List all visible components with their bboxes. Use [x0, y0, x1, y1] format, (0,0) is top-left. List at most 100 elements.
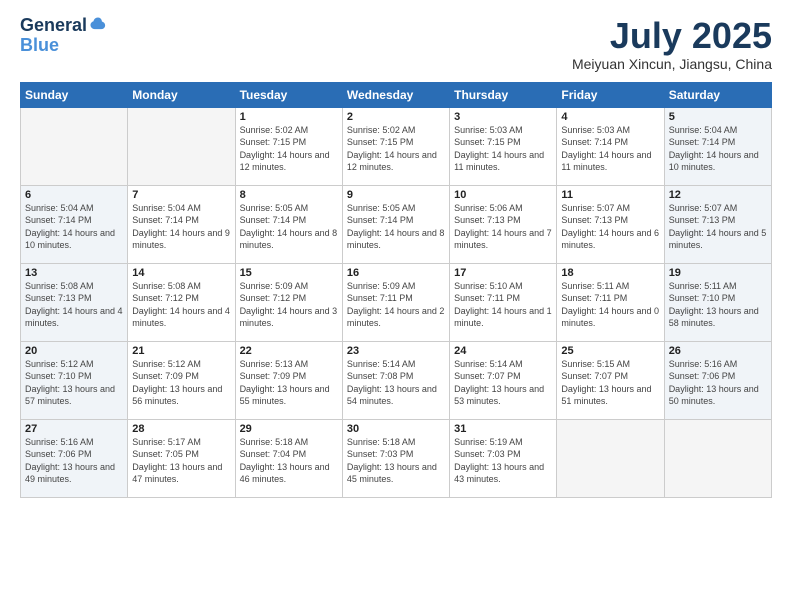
- logo-icon: [89, 16, 107, 34]
- calendar-cell: 27Sunrise: 5:16 AMSunset: 7:06 PMDayligh…: [21, 419, 128, 497]
- day-number: 4: [561, 111, 659, 123]
- day-info: Sunrise: 5:07 AMSunset: 7:13 PMDaylight:…: [669, 202, 767, 252]
- day-info: Sunrise: 5:03 AMSunset: 7:14 PMDaylight:…: [561, 124, 659, 174]
- calendar-cell: 25Sunrise: 5:15 AMSunset: 7:07 PMDayligh…: [557, 341, 664, 419]
- day-info: Sunrise: 5:13 AMSunset: 7:09 PMDaylight:…: [240, 358, 338, 408]
- day-info: Sunrise: 5:10 AMSunset: 7:11 PMDaylight:…: [454, 280, 552, 330]
- day-number: 10: [454, 189, 552, 201]
- month-title: July 2025: [572, 16, 772, 56]
- day-info: Sunrise: 5:09 AMSunset: 7:12 PMDaylight:…: [240, 280, 338, 330]
- day-info: Sunrise: 5:17 AMSunset: 7:05 PMDaylight:…: [132, 436, 230, 486]
- day-number: 12: [669, 189, 767, 201]
- calendar-cell: [557, 419, 664, 497]
- day-info: Sunrise: 5:14 AMSunset: 7:07 PMDaylight:…: [454, 358, 552, 408]
- calendar-cell: 31Sunrise: 5:19 AMSunset: 7:03 PMDayligh…: [450, 419, 557, 497]
- calendar-cell: 19Sunrise: 5:11 AMSunset: 7:10 PMDayligh…: [664, 263, 771, 341]
- logo-text-line2: Blue: [20, 35, 59, 55]
- day-number: 16: [347, 267, 445, 279]
- calendar-cell: 13Sunrise: 5:08 AMSunset: 7:13 PMDayligh…: [21, 263, 128, 341]
- day-info: Sunrise: 5:03 AMSunset: 7:15 PMDaylight:…: [454, 124, 552, 174]
- day-info: Sunrise: 5:12 AMSunset: 7:09 PMDaylight:…: [132, 358, 230, 408]
- day-number: 22: [240, 345, 338, 357]
- day-number: 8: [240, 189, 338, 201]
- day-number: 14: [132, 267, 230, 279]
- day-number: 28: [132, 423, 230, 435]
- weekday-header-friday: Friday: [557, 82, 664, 107]
- day-number: 23: [347, 345, 445, 357]
- calendar-cell: 1Sunrise: 5:02 AMSunset: 7:15 PMDaylight…: [235, 107, 342, 185]
- header: General Blue July 2025 Meiyuan Xincun, J…: [20, 16, 772, 72]
- calendar-cell: 11Sunrise: 5:07 AMSunset: 7:13 PMDayligh…: [557, 185, 664, 263]
- title-area: July 2025 Meiyuan Xincun, Jiangsu, China: [572, 16, 772, 72]
- day-number: 20: [25, 345, 123, 357]
- calendar-cell: 10Sunrise: 5:06 AMSunset: 7:13 PMDayligh…: [450, 185, 557, 263]
- day-number: 24: [454, 345, 552, 357]
- day-number: 15: [240, 267, 338, 279]
- calendar-cell: 20Sunrise: 5:12 AMSunset: 7:10 PMDayligh…: [21, 341, 128, 419]
- day-info: Sunrise: 5:15 AMSunset: 7:07 PMDaylight:…: [561, 358, 659, 408]
- weekday-header-row: SundayMondayTuesdayWednesdayThursdayFrid…: [21, 82, 772, 107]
- calendar-cell: 2Sunrise: 5:02 AMSunset: 7:15 PMDaylight…: [342, 107, 449, 185]
- day-info: Sunrise: 5:04 AMSunset: 7:14 PMDaylight:…: [669, 124, 767, 174]
- day-info: Sunrise: 5:08 AMSunset: 7:13 PMDaylight:…: [25, 280, 123, 330]
- day-number: 21: [132, 345, 230, 357]
- day-info: Sunrise: 5:04 AMSunset: 7:14 PMDaylight:…: [25, 202, 123, 252]
- weekday-header-sunday: Sunday: [21, 82, 128, 107]
- logo-text-line1: General: [20, 16, 87, 36]
- day-info: Sunrise: 5:07 AMSunset: 7:13 PMDaylight:…: [561, 202, 659, 252]
- weekday-header-wednesday: Wednesday: [342, 82, 449, 107]
- weekday-header-saturday: Saturday: [664, 82, 771, 107]
- week-row-2: 6Sunrise: 5:04 AMSunset: 7:14 PMDaylight…: [21, 185, 772, 263]
- calendar-cell: 23Sunrise: 5:14 AMSunset: 7:08 PMDayligh…: [342, 341, 449, 419]
- calendar-cell: [21, 107, 128, 185]
- week-row-1: 1Sunrise: 5:02 AMSunset: 7:15 PMDaylight…: [21, 107, 772, 185]
- day-number: 26: [669, 345, 767, 357]
- logo: General Blue: [20, 16, 107, 56]
- calendar-cell: 3Sunrise: 5:03 AMSunset: 7:15 PMDaylight…: [450, 107, 557, 185]
- week-row-4: 20Sunrise: 5:12 AMSunset: 7:10 PMDayligh…: [21, 341, 772, 419]
- day-info: Sunrise: 5:16 AMSunset: 7:06 PMDaylight:…: [25, 436, 123, 486]
- calendar-cell: 26Sunrise: 5:16 AMSunset: 7:06 PMDayligh…: [664, 341, 771, 419]
- calendar-cell: 14Sunrise: 5:08 AMSunset: 7:12 PMDayligh…: [128, 263, 235, 341]
- weekday-header-tuesday: Tuesday: [235, 82, 342, 107]
- calendar-cell: 17Sunrise: 5:10 AMSunset: 7:11 PMDayligh…: [450, 263, 557, 341]
- day-info: Sunrise: 5:05 AMSunset: 7:14 PMDaylight:…: [347, 202, 445, 252]
- day-number: 11: [561, 189, 659, 201]
- day-info: Sunrise: 5:19 AMSunset: 7:03 PMDaylight:…: [454, 436, 552, 486]
- week-row-3: 13Sunrise: 5:08 AMSunset: 7:13 PMDayligh…: [21, 263, 772, 341]
- day-number: 2: [347, 111, 445, 123]
- calendar-cell: 21Sunrise: 5:12 AMSunset: 7:09 PMDayligh…: [128, 341, 235, 419]
- day-number: 3: [454, 111, 552, 123]
- day-number: 30: [347, 423, 445, 435]
- day-number: 25: [561, 345, 659, 357]
- calendar-cell: 18Sunrise: 5:11 AMSunset: 7:11 PMDayligh…: [557, 263, 664, 341]
- week-row-5: 27Sunrise: 5:16 AMSunset: 7:06 PMDayligh…: [21, 419, 772, 497]
- calendar-cell: 15Sunrise: 5:09 AMSunset: 7:12 PMDayligh…: [235, 263, 342, 341]
- day-info: Sunrise: 5:08 AMSunset: 7:12 PMDaylight:…: [132, 280, 230, 330]
- day-info: Sunrise: 5:11 AMSunset: 7:11 PMDaylight:…: [561, 280, 659, 330]
- calendar-cell: 12Sunrise: 5:07 AMSunset: 7:13 PMDayligh…: [664, 185, 771, 263]
- day-info: Sunrise: 5:04 AMSunset: 7:14 PMDaylight:…: [132, 202, 230, 252]
- day-number: 7: [132, 189, 230, 201]
- day-info: Sunrise: 5:18 AMSunset: 7:03 PMDaylight:…: [347, 436, 445, 486]
- day-info: Sunrise: 5:11 AMSunset: 7:10 PMDaylight:…: [669, 280, 767, 330]
- day-number: 29: [240, 423, 338, 435]
- day-info: Sunrise: 5:06 AMSunset: 7:13 PMDaylight:…: [454, 202, 552, 252]
- day-number: 13: [25, 267, 123, 279]
- day-info: Sunrise: 5:09 AMSunset: 7:11 PMDaylight:…: [347, 280, 445, 330]
- calendar-cell: 9Sunrise: 5:05 AMSunset: 7:14 PMDaylight…: [342, 185, 449, 263]
- calendar-cell: 24Sunrise: 5:14 AMSunset: 7:07 PMDayligh…: [450, 341, 557, 419]
- calendar-cell: [128, 107, 235, 185]
- day-info: Sunrise: 5:18 AMSunset: 7:04 PMDaylight:…: [240, 436, 338, 486]
- calendar-cell: 5Sunrise: 5:04 AMSunset: 7:14 PMDaylight…: [664, 107, 771, 185]
- day-info: Sunrise: 5:14 AMSunset: 7:08 PMDaylight:…: [347, 358, 445, 408]
- day-number: 9: [347, 189, 445, 201]
- day-info: Sunrise: 5:12 AMSunset: 7:10 PMDaylight:…: [25, 358, 123, 408]
- calendar-cell: 28Sunrise: 5:17 AMSunset: 7:05 PMDayligh…: [128, 419, 235, 497]
- calendar-table: SundayMondayTuesdayWednesdayThursdayFrid…: [20, 82, 772, 498]
- day-number: 18: [561, 267, 659, 279]
- weekday-header-thursday: Thursday: [450, 82, 557, 107]
- day-number: 17: [454, 267, 552, 279]
- calendar-cell: 30Sunrise: 5:18 AMSunset: 7:03 PMDayligh…: [342, 419, 449, 497]
- day-number: 31: [454, 423, 552, 435]
